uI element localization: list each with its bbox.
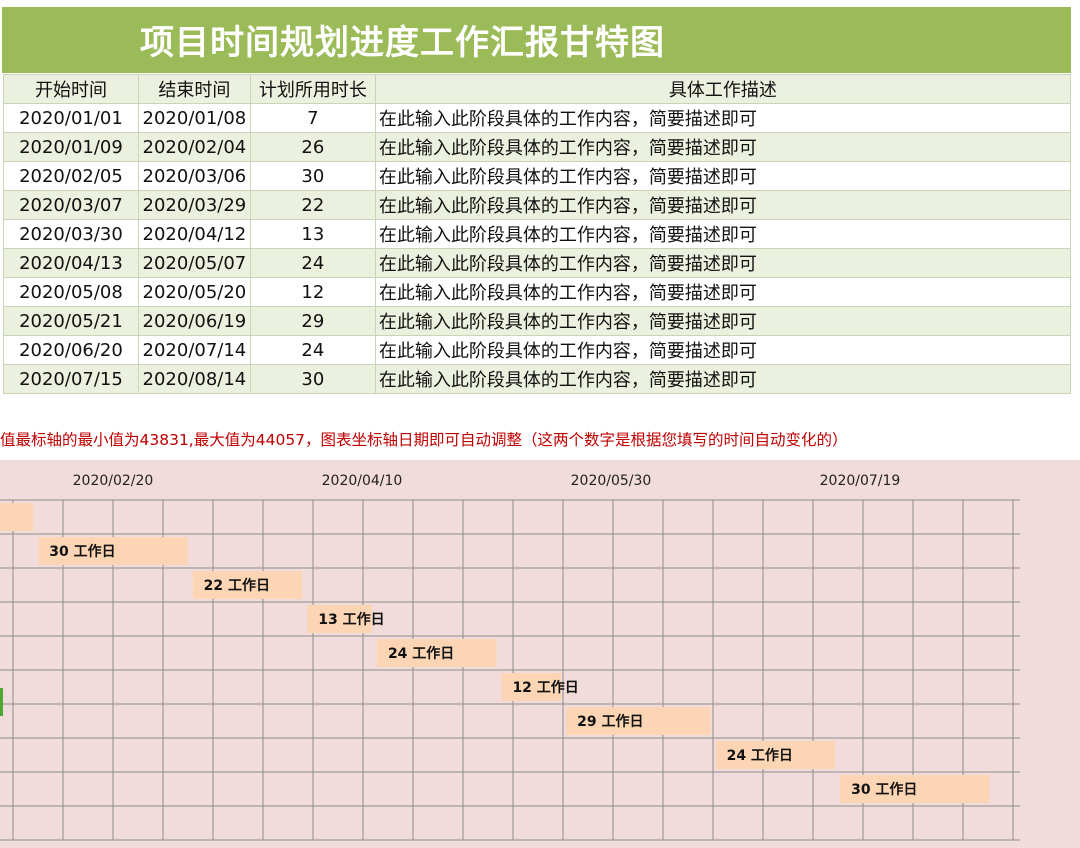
table-row: 2020/07/15 2020/08/14 30 在此输入此阶段具体的工作内容，简要描…: [3, 364, 1072, 394]
header-desc[interactable]: 具体工作描述: [374, 74, 1072, 104]
cell-start[interactable]: 2020/04/13: [3, 248, 139, 278]
table-row: 2020/01/09 2020/02/04 26 在此输入此阶段具体的工作内容，简要描…: [3, 132, 1072, 162]
cell-end[interactable]: 2020/06/19: [137, 306, 251, 336]
cell-end[interactable]: 2020/04/12: [137, 219, 251, 249]
header-end[interactable]: 结束时间: [137, 74, 251, 104]
cell-end[interactable]: 2020/08/14: [137, 364, 251, 394]
cell-desc[interactable]: 在此输入此阶段具体的工作内容，简要描述即可: [374, 219, 1072, 249]
cell-end[interactable]: 2020/03/29: [137, 190, 251, 220]
table-row: 2020/03/30 2020/04/12 13 在此输入此阶段具体的工作内容，简要描…: [3, 219, 1072, 249]
gantt-bar-label: 22 工作日: [204, 577, 270, 594]
x-tick-label: 2020/04/10: [322, 473, 403, 489]
x-tick-label: 2020/02/20: [73, 473, 154, 489]
cell-end[interactable]: 2020/07/14: [137, 335, 251, 365]
table-row: 2020/05/08 2020/05/20 12 在此输入此阶段具体的工作内容，简要描…: [3, 277, 1072, 307]
cell-end[interactable]: 2020/05/20: [137, 277, 251, 307]
table-row: 2020/02/05 2020/03/06 30 在此输入此阶段具体的工作内容，简要描…: [3, 161, 1072, 191]
gantt-bar-label: 30 工作日: [49, 543, 115, 560]
cell-desc[interactable]: 在此输入此阶段具体的工作内容，简要描述即可: [374, 132, 1072, 162]
cell-desc[interactable]: 在此输入此阶段具体的工作内容，简要描述即可: [374, 103, 1072, 133]
cell-end[interactable]: 2020/05/07: [137, 248, 251, 278]
cell-start[interactable]: 2020/01/01: [3, 103, 139, 133]
cell-start[interactable]: 2020/05/21: [3, 306, 139, 336]
cell-desc[interactable]: 在此输入此阶段具体的工作内容，简要描述即可: [374, 335, 1072, 365]
cell-days[interactable]: 7: [249, 103, 376, 133]
cell-end[interactable]: 2020/02/04: [137, 132, 251, 162]
cell-days[interactable]: 30: [249, 161, 376, 191]
cell-desc[interactable]: 在此输入此阶段具体的工作内容，简要描述即可: [374, 248, 1072, 278]
axis-note: 值最标轴的最小值为43831,最大值为44057，图表坐标轴日期即可自动调整（这…: [0, 431, 848, 449]
header-start[interactable]: 开始时间: [3, 74, 139, 104]
cell-days[interactable]: 24: [249, 248, 376, 278]
cell-desc[interactable]: 在此输入此阶段具体的工作内容，简要描述即可: [374, 161, 1072, 191]
page-title: 项目时间规划进度工作汇报甘特图: [140, 23, 665, 63]
cell-start[interactable]: 2020/03/30: [3, 219, 139, 249]
x-tick-label: 2020/05/30: [571, 473, 652, 489]
cell-days[interactable]: 12: [249, 277, 376, 307]
title-band: 项目时间规划进度工作汇报甘特图: [0, 0, 1080, 75]
gantt-bar-label: 30 工作日: [851, 781, 917, 798]
cell-start[interactable]: 2020/05/08: [3, 277, 139, 307]
x-tick-label: 2020/07/19: [820, 473, 901, 489]
cell-days[interactable]: 13: [249, 219, 376, 249]
cell-desc[interactable]: 在此输入此阶段具体的工作内容，简要描述即可: [374, 190, 1072, 220]
cell-start[interactable]: 2020/07/15: [3, 364, 139, 394]
gantt-bar-label: 29 工作日: [577, 713, 643, 730]
header-days[interactable]: 计划所用时长: [249, 74, 376, 104]
table-header-row: 开始时间 结束时间 计划所用时长 具体工作描述: [3, 74, 1072, 104]
cell-start[interactable]: 2020/06/20: [3, 335, 139, 365]
cell-start[interactable]: 2020/02/05: [3, 161, 139, 191]
gantt-bar-label: 12 工作日: [512, 679, 578, 696]
cell-days[interactable]: 22: [249, 190, 376, 220]
schedule-table: 开始时间 结束时间 计划所用时长 具体工作描述 2020/01/01 2020/0…: [3, 74, 1072, 394]
table-row: 2020/06/20 2020/07/14 24 在此输入此阶段具体的工作内容，简要描…: [3, 335, 1072, 365]
gantt-bar-label: 13 工作日: [318, 611, 384, 628]
cell-days[interactable]: 26: [249, 132, 376, 162]
cell-start[interactable]: 2020/03/07: [3, 190, 139, 220]
row-selection-marker: [0, 688, 3, 716]
cell-end[interactable]: 2020/03/06: [137, 161, 251, 191]
gantt-bar: [0, 503, 34, 531]
cell-desc[interactable]: 在此输入此阶段具体的工作内容，简要描述即可: [374, 364, 1072, 394]
table-row: 2020/01/01 2020/01/08 7 在此输入此阶段具体的工作内容，简要描述…: [3, 103, 1072, 133]
cell-end[interactable]: 2020/01/08: [137, 103, 251, 133]
cell-desc[interactable]: 在此输入此阶段具体的工作内容，简要描述即可: [374, 277, 1072, 307]
gantt-bar-label: 24 工作日: [727, 747, 793, 764]
cell-days[interactable]: 29: [249, 306, 376, 336]
gantt-chart[interactable]: 2020/02/20 2020/04/10 2020/05/30 2020/07/19…: [0, 460, 1080, 848]
cell-days[interactable]: 24: [249, 335, 376, 365]
table-row: 2020/04/13 2020/05/07 24 在此输入此阶段具体的工作内容，简要描…: [3, 248, 1072, 278]
cell-start[interactable]: 2020/01/09: [3, 132, 139, 162]
cell-days[interactable]: 30: [249, 364, 376, 394]
gantt-chart-svg: 2020/02/20 2020/04/10 2020/05/30 2020/07/19…: [0, 473, 1020, 841]
cell-desc[interactable]: 在此输入此阶段具体的工作内容，简要描述即可: [374, 306, 1072, 336]
table-row: 2020/03/07 2020/03/29 22 在此输入此阶段具体的工作内容，简要描…: [3, 190, 1072, 220]
gantt-bar-label: 24 工作日: [388, 645, 454, 662]
table-row: 2020/05/21 2020/06/19 29 在此输入此阶段具体的工作内容，简要描…: [3, 306, 1072, 336]
